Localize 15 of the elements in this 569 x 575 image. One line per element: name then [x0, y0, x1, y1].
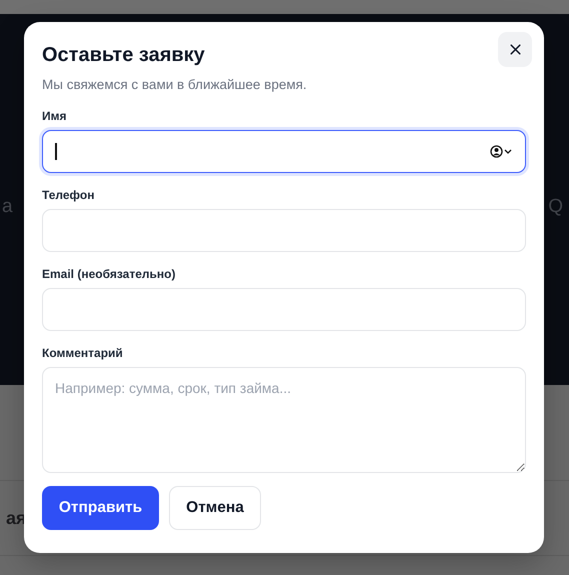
submit-button[interactable]: Отправить — [42, 486, 159, 530]
cancel-button[interactable]: Отмена — [169, 486, 261, 530]
background-text: Q — [548, 196, 563, 218]
text-cursor — [55, 143, 56, 160]
close-button[interactable] — [498, 32, 532, 67]
field-label: Email (необязательно) — [42, 267, 176, 281]
field-label: Телефон — [42, 188, 96, 202]
background-text: а — [2, 196, 13, 218]
field-label: Комментарий — [42, 346, 124, 360]
dialog-subtitle: Мы свяжемся с вами в ближайшее время. — [42, 76, 308, 94]
field-label: Имя — [42, 109, 68, 123]
contact-autofill-icon[interactable] — [490, 145, 513, 158]
comment-field[interactable]: Например: сумма, срок, тип займа... — [42, 367, 526, 473]
input-field[interactable] — [42, 130, 526, 173]
dialog-title: Оставьте заявку — [42, 43, 205, 67]
